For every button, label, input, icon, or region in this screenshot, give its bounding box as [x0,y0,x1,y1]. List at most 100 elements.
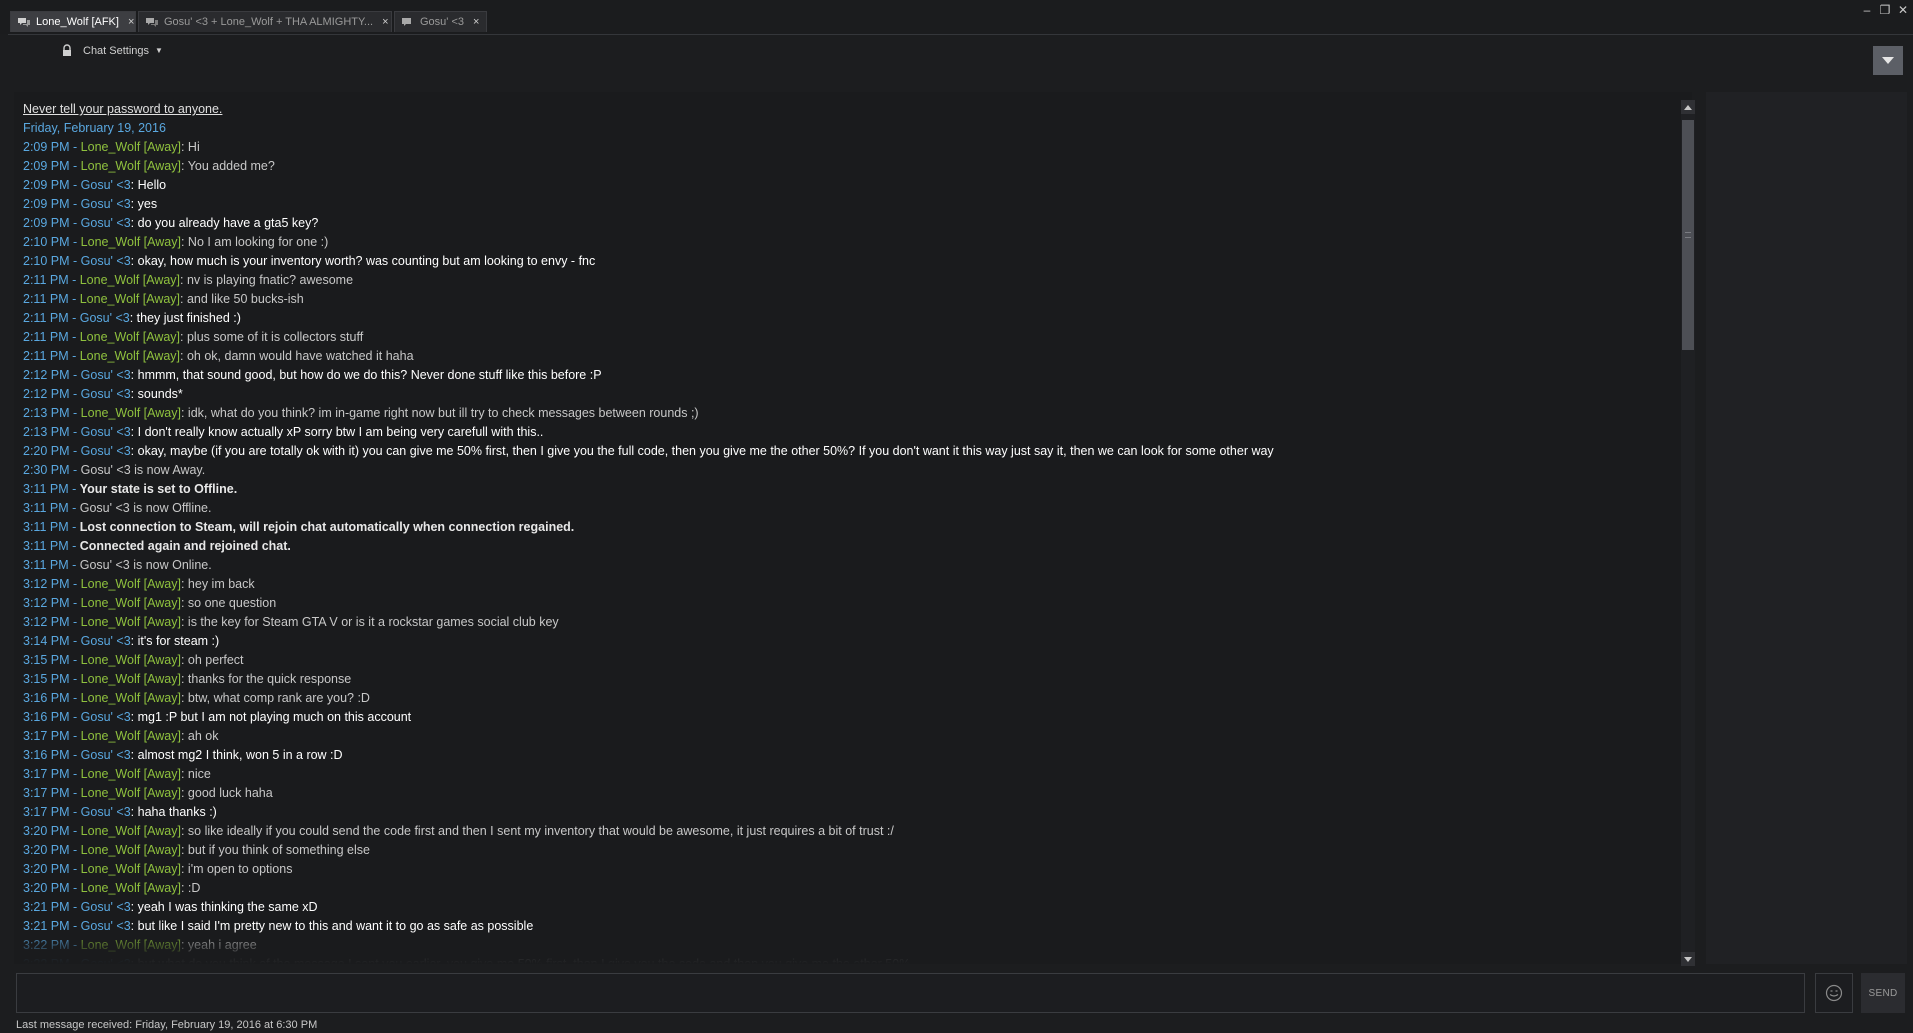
message-text: : do you already have a gta5 key? [130,216,319,230]
scroll-up-button[interactable] [1681,100,1695,114]
message-time: 3:20 PM - [23,862,81,876]
chat-settings-menu[interactable]: Chat Settings ▼ [62,44,163,57]
message-text: : yeah I was thinking the same xD [130,900,318,914]
message-sender[interactable]: Lone_Wolf [Away] [81,672,181,686]
message-sender[interactable]: Lone_Wolf [Away] [81,824,181,838]
message-sender[interactable]: Lone_Wolf [Away] [81,843,181,857]
message-sender[interactable]: Lone_Wolf [Away] [81,881,181,895]
message-time: 3:15 PM - [23,653,81,667]
message-text: : haha thanks :) [130,805,217,819]
message-time: 3:11 PM - [23,558,80,572]
close-icon[interactable]: × [382,16,388,28]
message-sender[interactable]: Lone_Wolf [Away] [80,273,180,287]
arrow-up-icon [1684,104,1692,110]
tab-group-chat[interactable]: Gosu' <3 + Lone_Wolf + THA ALMIGHTY... × [138,11,392,32]
chat-settings-label: Chat Settings [83,44,150,57]
message-sender[interactable]: Lone_Wolf [Away] [81,786,181,800]
chat-scrollbar[interactable] [1681,100,1695,966]
scroll-down-button[interactable] [1681,952,1695,966]
scroll-thumb[interactable] [1682,120,1694,350]
chat-message: 2:09 PM - Lone_Wolf [Away]: Hi [23,138,1673,157]
message-sender[interactable]: Gosu' <3 [81,634,131,648]
message-text: : I don't really know actually xP sorry … [130,425,544,439]
message-text: : is the key for Steam GTA V or is it a … [180,615,559,629]
message-sender[interactable]: Gosu' <3 [81,748,131,762]
message-time: 2:30 PM - [23,463,81,477]
message-sender[interactable]: Gosu' <3 [81,444,131,458]
send-button[interactable]: SEND [1861,973,1905,1013]
maximize-button[interactable]: ❐ [1879,4,1891,16]
message-time: 3:16 PM - [23,710,81,724]
chat-message: 2:11 PM - Lone_Wolf [Away]: oh ok, damn … [23,347,1673,366]
message-sender[interactable]: Gosu' <3 [81,900,131,914]
message-text: : plus some of it is collectors stuff [180,330,364,344]
message-sender[interactable]: Gosu' <3 [81,805,131,819]
message-sender[interactable]: Lone_Wolf [Away] [81,729,181,743]
divider [8,34,1913,35]
message-sender[interactable]: Gosu' <3 [81,425,131,439]
message-sender[interactable]: Lone_Wolf [Away] [81,406,181,420]
message-sender[interactable]: Lone_Wolf [Away] [80,330,180,344]
message-sender[interactable]: Gosu' <3 [81,254,131,268]
friends-dropdown-button[interactable] [1873,46,1903,75]
message-sender[interactable]: Lone_Wolf [Away] [81,235,181,249]
chat-message: 3:11 PM - Your state is set to Offline. [23,480,1673,499]
tab-gosu[interactable]: Gosu' <3 × [394,11,487,32]
chat-log: Never tell your password to anyone. Frid… [14,92,1692,964]
message-time: 2:11 PM - [23,349,80,363]
message-sender[interactable]: Lone_Wolf [Away] [81,577,181,591]
message-sender[interactable]: Lone_Wolf [Away] [81,653,181,667]
message-time: 3:11 PM - [23,482,80,496]
close-window-button[interactable]: ✕ [1897,4,1909,16]
window-controls: – ❐ ✕ [1861,4,1909,16]
close-icon[interactable]: × [128,16,134,28]
message-sender[interactable]: Gosu' <3 [81,216,131,230]
message-sender[interactable]: Gosu' <3 [80,311,130,325]
minimize-button[interactable]: – [1861,4,1873,16]
chat-message: 3:15 PM - Lone_Wolf [Away]: thanks for t… [23,670,1673,689]
message-sender[interactable]: Gosu' <3 [81,387,131,401]
message-text: : Hi [180,140,200,154]
last-message-status: Last message received: Friday, February … [16,1019,318,1031]
message-input[interactable] [16,973,1805,1013]
message-sender[interactable]: Gosu' <3 [81,710,131,724]
message-sender[interactable]: Lone_Wolf [Away] [80,349,180,363]
emoticon-button[interactable] [1815,973,1853,1013]
chat-message: 3:12 PM - Lone_Wolf [Away]: is the key f… [23,613,1673,632]
chat-message: 2:09 PM - Lone_Wolf [Away]: You added me… [23,157,1673,176]
message-text: Your state is set to Offline. [79,482,238,496]
chevron-down-icon [1882,57,1894,64]
message-sender[interactable]: Lone_Wolf [Away] [81,159,181,173]
message-time: 2:11 PM - [23,292,80,306]
message-sender[interactable]: Gosu' <3 [81,368,131,382]
chat-message: 2:30 PM - Gosu' <3 is now Away. [23,461,1673,480]
message-sender[interactable]: Lone_Wolf [Away] [80,292,180,306]
message-text: Connected again and rejoined chat. [79,539,291,553]
message-text: : yes [130,197,158,211]
chat-message: 3:12 PM - Lone_Wolf [Away]: hey im back [23,575,1673,594]
chat-message: 3:20 PM - Lone_Wolf [Away]: so like idea… [23,822,1673,841]
message-text: : good luck haha [180,786,273,800]
message-text: : :D [180,881,201,895]
message-time: 2:13 PM - [23,406,81,420]
message-sender[interactable]: Lone_Wolf [Away] [81,596,181,610]
emoticon-icon [1825,984,1843,1002]
title-bar: Lone_Wolf [AFK] × Gosu' <3 + Lone_Wolf +… [0,0,1913,34]
message-sender[interactable]: Lone_Wolf [Away] [81,691,181,705]
message-time: 3:11 PM - [23,501,80,515]
message-text: : You added me? [180,159,275,173]
chat-bubble-icon [17,17,31,28]
message-time: 2:09 PM - [23,159,81,173]
message-sender[interactable]: Lone_Wolf [Away] [81,140,181,154]
message-sender[interactable]: Lone_Wolf [Away] [81,615,181,629]
chat-tabs: Lone_Wolf [AFK] × Gosu' <3 + Lone_Wolf +… [10,11,489,32]
message-sender[interactable]: Gosu' <3 [81,178,131,192]
message-time: 3:17 PM - [23,729,81,743]
tab-lone-wolf[interactable]: Lone_Wolf [AFK] × [10,11,136,32]
message-text: : okay, how much is your inventory worth… [130,254,596,268]
message-sender[interactable]: Gosu' <3 [81,197,131,211]
message-sender[interactable]: Lone_Wolf [Away] [81,767,181,781]
message-list: 2:09 PM - Lone_Wolf [Away]: Hi 2:09 PM - … [23,138,1673,964]
close-icon[interactable]: × [473,16,479,28]
message-sender[interactable]: Lone_Wolf [Away] [81,862,181,876]
